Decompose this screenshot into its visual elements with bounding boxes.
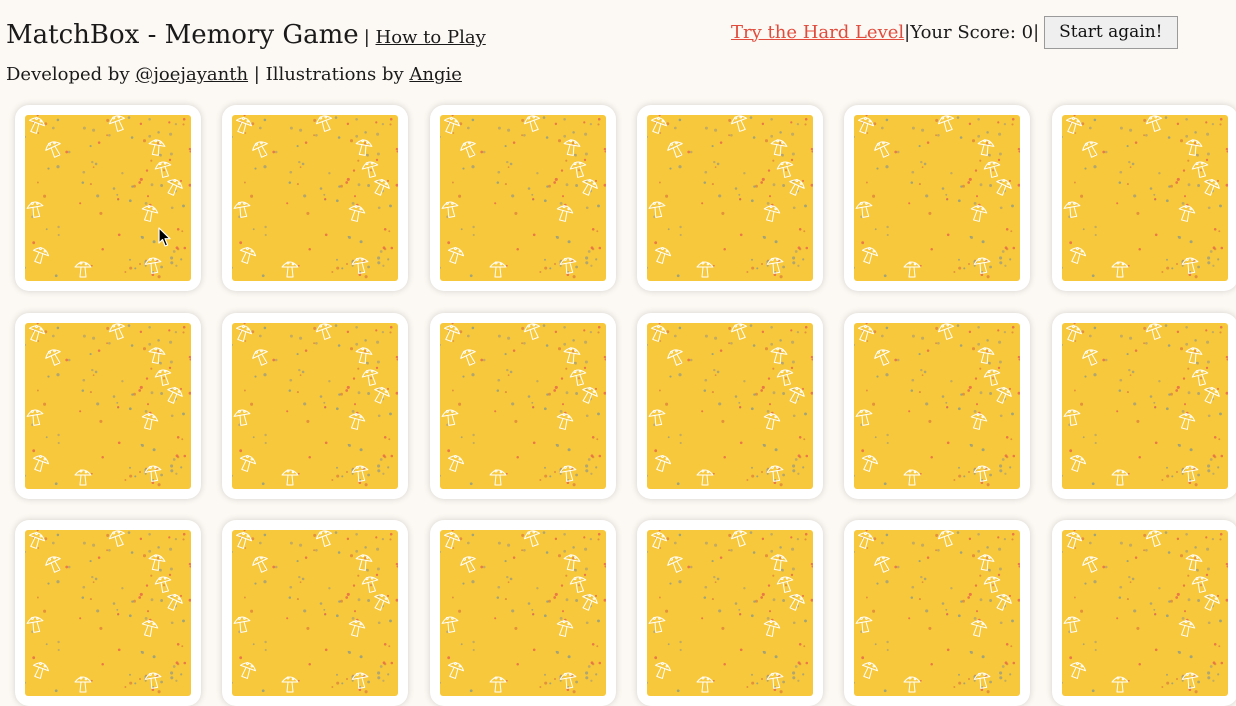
memory-card[interactable]	[844, 520, 1030, 706]
memory-card[interactable]	[430, 520, 616, 706]
memory-card[interactable]	[15, 313, 201, 499]
mushroom-pattern-icon	[1062, 115, 1228, 281]
developer-link[interactable]: @joejayanth	[135, 64, 248, 85]
how-to-play-link[interactable]: How to Play	[376, 27, 486, 48]
mushroom-pattern-icon	[647, 530, 813, 696]
separator: |	[1033, 21, 1040, 43]
illustrations-by-label: Illustrations by	[265, 64, 404, 85]
memory-card[interactable]	[1052, 520, 1236, 706]
start-again-button[interactable]: Start again!	[1044, 15, 1178, 49]
mushroom-pattern-icon	[647, 323, 813, 489]
mushroom-pattern-icon	[647, 115, 813, 281]
header-title-line: MatchBox - Memory Game | How to Play	[6, 20, 486, 50]
memory-card[interactable]	[430, 105, 616, 291]
credits-line: Developed by @joejayanth | Illustrations…	[6, 64, 462, 85]
separator: |	[253, 64, 266, 85]
score-bar: Try the Hard Level | Your Score: 0 | Sta…	[731, 15, 1178, 49]
memory-card[interactable]	[222, 105, 408, 291]
memory-card[interactable]	[637, 520, 823, 706]
memory-card[interactable]	[844, 105, 1030, 291]
memory-card[interactable]	[1052, 105, 1236, 291]
mushroom-pattern-icon	[232, 530, 398, 696]
separator: |	[363, 27, 376, 48]
mushroom-pattern-icon	[854, 323, 1020, 489]
hard-level-link[interactable]: Try the Hard Level	[731, 22, 904, 43]
mushroom-pattern-icon	[440, 115, 606, 281]
memory-card[interactable]	[430, 313, 616, 499]
memory-card[interactable]	[844, 313, 1030, 499]
memory-card[interactable]	[1052, 313, 1236, 499]
memory-card[interactable]	[637, 105, 823, 291]
memory-card[interactable]	[222, 520, 408, 706]
mushroom-pattern-icon	[1062, 530, 1228, 696]
memory-card[interactable]	[15, 105, 201, 291]
mushroom-pattern-icon	[25, 115, 191, 281]
score-display: Your Score: 0	[910, 21, 1034, 43]
illustrator-link[interactable]: Angie	[409, 64, 462, 85]
mushroom-pattern-icon	[25, 530, 191, 696]
mushroom-pattern-icon	[440, 323, 606, 489]
mushroom-pattern-icon	[1062, 323, 1228, 489]
mushroom-pattern-icon	[854, 530, 1020, 696]
mushroom-pattern-icon	[232, 115, 398, 281]
mushroom-pattern-icon	[854, 115, 1020, 281]
memory-card[interactable]	[15, 520, 201, 706]
memory-card[interactable]	[222, 313, 408, 499]
page-title: MatchBox - Memory Game	[6, 20, 359, 50]
mushroom-pattern-icon	[232, 323, 398, 489]
mushroom-pattern-icon	[440, 530, 606, 696]
memory-card[interactable]	[637, 313, 823, 499]
developed-by-label: Developed by	[6, 64, 130, 85]
mushroom-pattern-icon	[25, 323, 191, 489]
